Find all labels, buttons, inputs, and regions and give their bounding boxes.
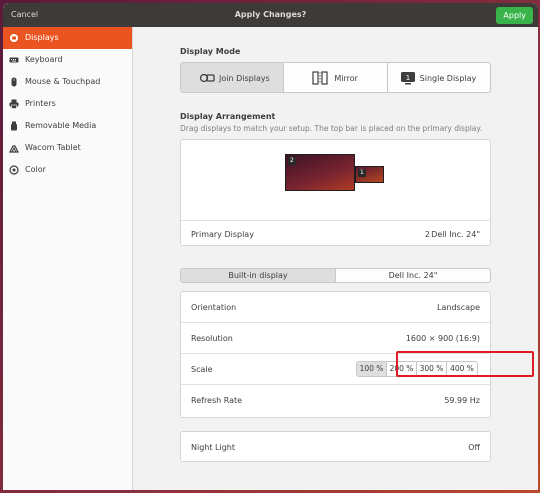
sidebar-item-label: Color (25, 165, 46, 174)
primary-display-row[interactable]: Primary Display 2 Dell Inc. 24" (181, 220, 490, 246)
sidebar-item-removable-media[interactable]: Removable Media (3, 115, 132, 137)
refresh-rate-value: 59.99 Hz (444, 396, 480, 405)
display-settings: Orientation Landscape Resolution 1600 × … (180, 291, 534, 418)
display-mode-title: Display Mode (180, 47, 241, 56)
scale-row: Scale 100 % 200 % 300 % 400 % (181, 354, 490, 385)
night-light-label: Night Light (191, 443, 235, 452)
resolution-row[interactable]: Resolution 1600 × 900 (16:9) (181, 323, 490, 354)
night-light-row[interactable]: Night Light Off (180, 431, 491, 462)
display-arrangement-subtitle: Drag displays to match your setup. The t… (180, 124, 483, 133)
primary-display-label: Primary Display (191, 230, 254, 239)
sidebar-item-label: Printers (25, 99, 56, 108)
color-icon (9, 165, 19, 175)
sidebar-item-mouse[interactable]: Mouse & Touchpad (3, 71, 132, 93)
scale-200-button[interactable]: 200 % (387, 362, 417, 376)
night-light-value: Off (468, 443, 480, 452)
display-mode-selector: Join Displays Mirror 1 Single Display (180, 62, 491, 93)
monitor-badge: 1 (358, 169, 366, 177)
displays-icon (10, 34, 18, 42)
mode-single-display[interactable]: 1 Single Display (388, 63, 490, 92)
mode-label: Mirror (334, 74, 358, 83)
sidebar-item-label: Wacom Tablet (25, 143, 81, 152)
refresh-rate-row[interactable]: Refresh Rate 59.99 Hz (181, 385, 490, 416)
orientation-row[interactable]: Orientation Landscape (181, 292, 490, 323)
scale-400-button[interactable]: 400 % (447, 362, 477, 376)
mirror-icon (312, 71, 328, 85)
mouse-icon (11, 77, 17, 87)
orientation-value: Landscape (437, 303, 480, 312)
sidebar-item-displays[interactable]: Displays (3, 27, 132, 49)
display-tabs: Built-in display Dell Inc. 24" (180, 268, 491, 283)
resolution-value: 1600 × 900 (16:9) (405, 334, 480, 343)
sidebar-item-label: Mouse & Touchpad (25, 77, 101, 86)
sidebar-item-label: Keyboard (25, 55, 63, 64)
sidebar-item-wacom-tablet[interactable]: Wacom Tablet (3, 137, 132, 159)
header-bar: Cancel Apply Changes? Apply (3, 3, 538, 27)
wacom-tablet-icon (9, 145, 19, 153)
monitor-1-thumbnail[interactable]: 1 (355, 166, 384, 183)
tab-dell-display[interactable]: Dell Inc. 24" (336, 269, 490, 282)
sidebar: Displays Keyboard Mouse & Touchpad Print… (3, 27, 133, 490)
join-displays-icon (199, 73, 215, 83)
scale-label: Scale (191, 365, 213, 374)
mode-label: Join Displays (219, 74, 270, 83)
svg-text:1: 1 (405, 74, 409, 82)
mode-mirror[interactable]: Mirror (284, 63, 388, 92)
mode-label: Single Display (419, 74, 477, 83)
orientation-label: Orientation (191, 303, 237, 312)
primary-display-number: 2 (424, 230, 430, 239)
sidebar-item-label: Removable Media (25, 121, 97, 130)
primary-display-value: Dell Inc. 24" (431, 230, 480, 239)
arrangement-area: 2 1 Primary Display 2 Dell Inc. 24" (180, 139, 491, 246)
apply-button[interactable]: Apply (496, 7, 533, 24)
keyboard-icon (9, 57, 19, 63)
resolution-label: Resolution (191, 334, 233, 343)
monitor-badge: 2 (288, 157, 296, 165)
settings-window: Cancel Apply Changes? Apply Displays Key… (3, 3, 538, 490)
scale-300-button[interactable]: 300 % (417, 362, 447, 376)
display-arrangement-title: Display Arrangement (180, 112, 276, 121)
printer-icon (9, 99, 19, 109)
tab-built-in-display[interactable]: Built-in display (181, 269, 336, 282)
monitor-2-thumbnail[interactable]: 2 (285, 154, 355, 191)
sidebar-item-color[interactable]: Color (3, 159, 132, 181)
mode-join-displays[interactable]: Join Displays (181, 63, 285, 92)
scale-selector: 100 % 200 % 300 % 400 % (356, 361, 478, 377)
dialog-title: Apply Changes? (234, 10, 307, 19)
sidebar-item-keyboard[interactable]: Keyboard (3, 49, 132, 71)
single-display-icon: 1 (400, 72, 415, 85)
displays-panel: Display Mode Join Displays Mirror 1 Sing… (134, 27, 538, 490)
refresh-rate-label: Refresh Rate (191, 396, 243, 405)
removable-media-icon (11, 121, 17, 131)
sidebar-item-printers[interactable]: Printers (3, 93, 132, 115)
sidebar-item-label: Displays (25, 33, 59, 42)
scale-100-button[interactable]: 100 % (357, 362, 387, 376)
